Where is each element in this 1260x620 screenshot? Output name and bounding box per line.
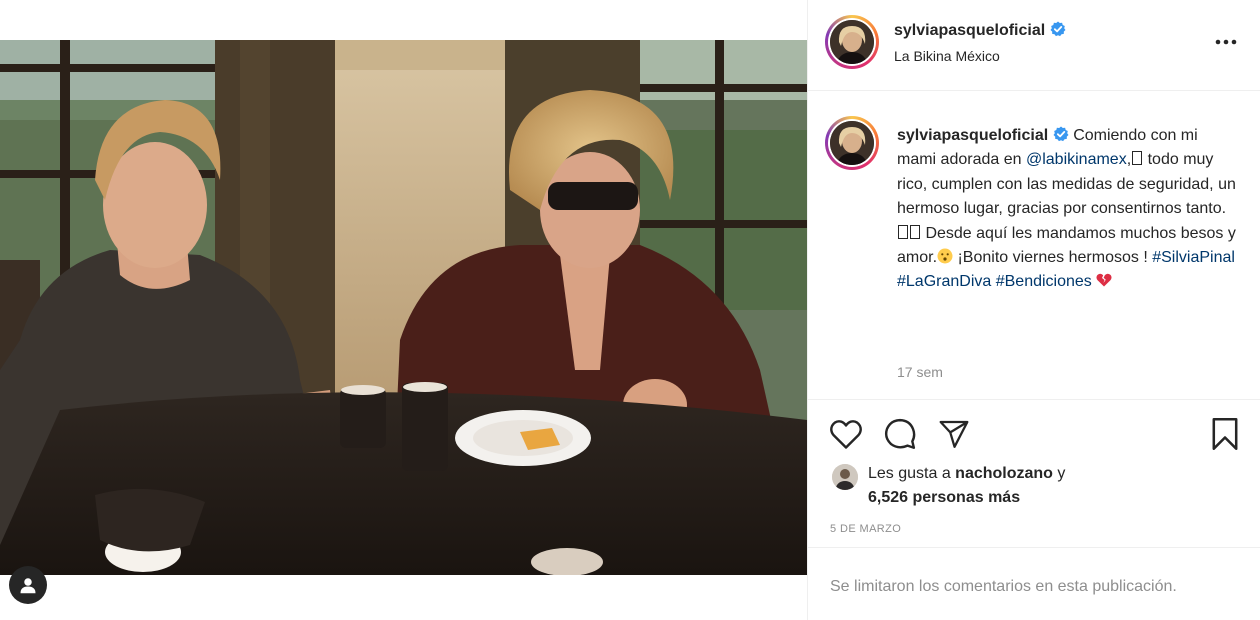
broken-heart-emoji-icon bbox=[1096, 274, 1112, 287]
post-author-username[interactable]: sylviapasqueloficial bbox=[894, 21, 1066, 40]
post-header: sylviapasqueloficial La Bikina México bbox=[808, 0, 1260, 91]
caption-mention-link[interactable]: @labikinamex bbox=[1026, 151, 1127, 168]
comment-bubble-icon bbox=[884, 418, 916, 449]
paper-plane-icon bbox=[939, 420, 969, 448]
like-button[interactable] bbox=[828, 416, 864, 452]
post-side-panel: sylviapasqueloficial La Bikina México sy… bbox=[808, 0, 1260, 620]
verified-badge-icon bbox=[1050, 21, 1066, 37]
missing-glyph-icon bbox=[910, 224, 920, 239]
bookmark-icon bbox=[1212, 418, 1238, 450]
post-date[interactable]: 5 DE MARZO bbox=[830, 523, 901, 535]
hashtag-link[interactable]: #LaGranDiva bbox=[897, 273, 991, 290]
profile-avatar[interactable] bbox=[825, 15, 879, 69]
tagged-users-button[interactable] bbox=[9, 566, 47, 604]
verified-badge-icon bbox=[1053, 126, 1069, 142]
hashtag-link[interactable]: #SilviaPinal bbox=[1152, 249, 1235, 266]
missing-glyph-icon bbox=[1132, 151, 1143, 166]
missing-glyph-icon bbox=[898, 224, 908, 239]
post-photo[interactable] bbox=[0, 40, 807, 575]
post-photo-image bbox=[0, 40, 807, 575]
profile-avatar-image bbox=[830, 20, 874, 64]
caption-avatar[interactable] bbox=[825, 116, 879, 170]
caption-username[interactable]: sylviapasqueloficial bbox=[897, 126, 1069, 144]
post-caption-section: sylviapasqueloficial Comiendo con mi mam… bbox=[808, 92, 1260, 400]
comments-section: Se limitaron los comentarios en esta pub… bbox=[808, 547, 1260, 620]
liker-username-link[interactable]: nacholozano bbox=[955, 465, 1053, 482]
likes-summary: Les gusta a nacholozano y 6,526 personas… bbox=[832, 461, 1252, 511]
user-silhouette-icon bbox=[20, 578, 36, 594]
caption-time-ago[interactable]: 17 sem bbox=[897, 364, 943, 380]
liker-avatar[interactable] bbox=[832, 464, 858, 490]
caption-text: sylviapasqueloficial Comiendo con mi mam… bbox=[897, 126, 1236, 291]
comments-disabled-notice: Se limitaron los comentarios en esta pub… bbox=[830, 578, 1177, 595]
more-options-icon bbox=[1215, 39, 1237, 45]
kissing-face-emoji-icon bbox=[937, 248, 953, 264]
hashtag-link[interactable]: #Bendiciones bbox=[996, 273, 1092, 290]
likes-text: Les gusta a nacholozano y bbox=[868, 465, 1066, 482]
heart-icon bbox=[830, 420, 862, 449]
likes-count-link[interactable]: 6,526 personas más bbox=[868, 489, 1020, 507]
share-button[interactable] bbox=[936, 416, 972, 452]
comment-button[interactable] bbox=[882, 416, 918, 452]
photo-panel bbox=[0, 0, 807, 620]
more-options-button[interactable] bbox=[1210, 28, 1242, 56]
save-button[interactable] bbox=[1207, 416, 1243, 452]
post-location[interactable]: La Bikina México bbox=[894, 48, 1000, 64]
post-actions-bar bbox=[808, 401, 1260, 461]
username-text[interactable]: sylviapasqueloficial bbox=[894, 22, 1045, 39]
